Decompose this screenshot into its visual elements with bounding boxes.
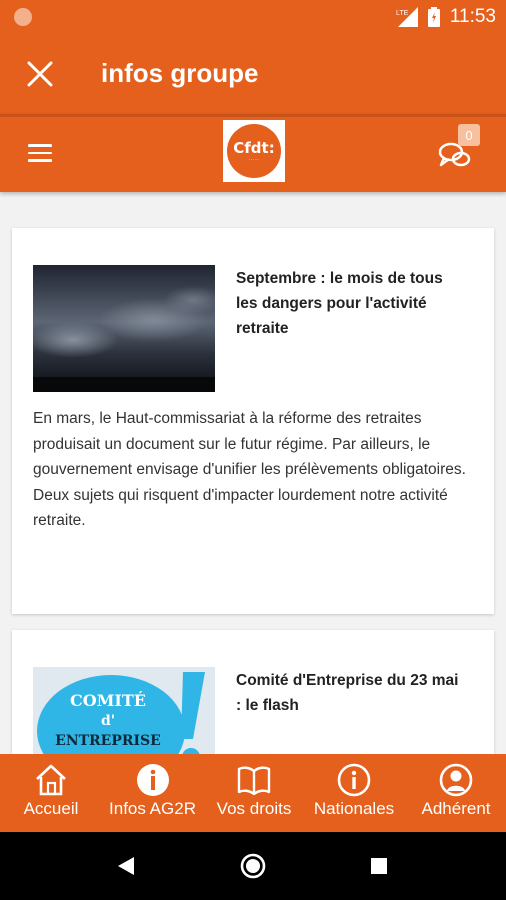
network-type: LTE xyxy=(396,10,409,17)
logo-circle: Cfdt: ····· xyxy=(227,124,281,178)
status-bar: LTE 11:53 xyxy=(0,0,506,34)
info-outline-icon xyxy=(337,763,371,797)
notification-dot-icon xyxy=(14,8,32,26)
tab-accueil[interactable]: Accueil xyxy=(14,754,88,832)
menu-button[interactable] xyxy=(22,138,58,168)
status-time: 11:53 xyxy=(449,6,496,27)
status-right: LTE 11:53 xyxy=(396,0,496,34)
header-divider xyxy=(0,114,506,117)
tab-infos-ag2r[interactable]: Infos AG2R xyxy=(100,754,205,832)
article-card[interactable]: Septembre : le mois de tous les dangers … xyxy=(12,228,494,614)
article-summary: En mars, le Haut-commissariat à la réfor… xyxy=(33,410,466,529)
book-icon xyxy=(237,766,271,796)
article-card[interactable]: COMITÉ d' ENTREPRISE Comité d'Entreprise… xyxy=(12,630,494,754)
image-text-line: d' xyxy=(100,713,116,729)
sub-header: Cfdt: ····· 0 xyxy=(0,114,506,192)
hamburger-menu-icon xyxy=(28,159,52,163)
article-title[interactable]: Septembre : le mois de tous les dangers … xyxy=(236,266,466,341)
image-text-line: ENTREPRISE xyxy=(55,733,161,749)
battery-icon xyxy=(427,7,440,27)
comite-entreprise-image: COMITÉ d' ENTREPRISE xyxy=(33,667,215,754)
tab-label: Vos droits xyxy=(216,799,292,818)
tab-label: Nationales xyxy=(313,799,395,818)
image-text-line: COMITÉ xyxy=(70,691,146,710)
page-title: infos groupe xyxy=(101,58,259,88)
home-icon xyxy=(36,764,66,796)
close-icon xyxy=(27,61,53,87)
chat-count-badge: 0 xyxy=(458,124,480,146)
tab-label: Adhérent xyxy=(421,799,491,818)
close-button[interactable] xyxy=(20,54,60,94)
tab-vos-droits[interactable]: Vos droits xyxy=(205,754,303,832)
stormy-sky-image xyxy=(33,265,215,392)
hamburger-menu-icon xyxy=(28,144,52,147)
logo-subtext: ····· xyxy=(248,157,260,163)
tab-label: Infos AG2R xyxy=(109,799,196,818)
recents-icon[interactable] xyxy=(370,857,388,875)
tab-adherent[interactable]: Adhérent xyxy=(412,754,500,832)
back-icon[interactable] xyxy=(116,855,136,877)
article-list[interactable]: Septembre : le mois de tous les dangers … xyxy=(0,192,506,754)
hamburger-menu-icon xyxy=(28,151,52,155)
tab-label: Accueil xyxy=(23,799,79,818)
info-filled-icon xyxy=(136,764,169,796)
user-icon xyxy=(439,763,473,797)
system-nav-bar xyxy=(0,832,506,900)
home-circle-icon[interactable] xyxy=(239,852,267,880)
app-bar: infos groupe xyxy=(0,34,506,114)
cfdt-logo: Cfdt: ····· xyxy=(223,120,285,182)
logo-text: Cfdt: xyxy=(233,139,275,157)
article-title[interactable]: Comité d'Entreprise du 23 mai : le flash xyxy=(236,668,466,718)
tab-nationales[interactable]: Nationales xyxy=(305,754,403,832)
signal-icon: LTE xyxy=(396,7,418,27)
bottom-tab-bar: Accueil Infos AG2R Vos droits Nationales… xyxy=(0,754,506,832)
chat-button[interactable]: 0 xyxy=(436,122,486,178)
